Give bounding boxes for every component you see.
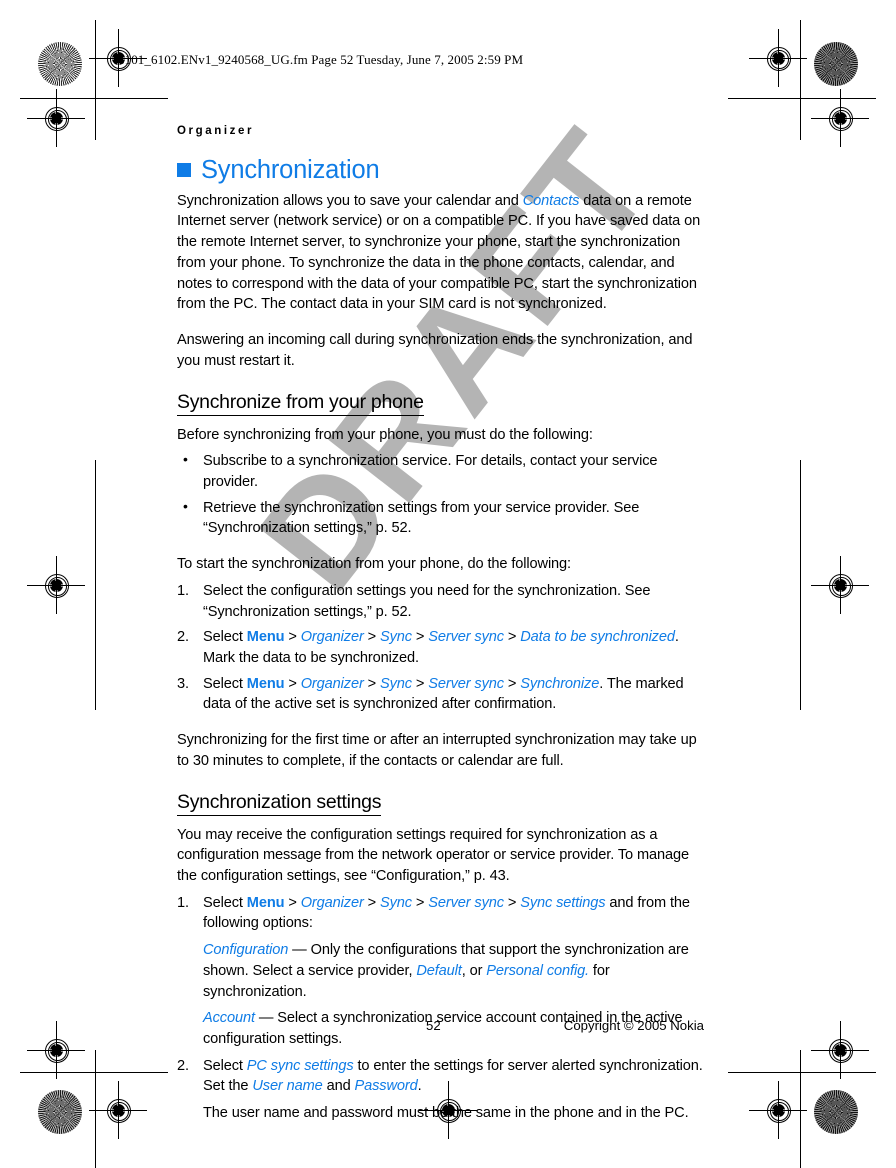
section-phone-lead: Before synchronizing from your phone, yo… [177,426,593,443]
page-number: 52 [426,1018,441,1033]
trim-line-right [800,20,801,140]
definition-configuration: Configuration — Only the configurations … [203,940,704,1002]
definition-text-b: , or [461,962,487,979]
menu-keyword: Menu [246,675,285,692]
page-content: Organizer Synchronization Synchronizatio… [177,0,704,1124]
trim-line-left [95,20,96,140]
step-number: 3. [177,675,189,692]
section-heading-synchronize-from-your-phone: Synchronize from your phone [177,391,424,416]
menu-path-item: Server sync [428,894,504,911]
step-suffix: . [417,1078,422,1095]
option-default: Default [416,962,462,979]
section-settings-lead: You may receive the configuration settin… [177,826,689,885]
option-pc-sync-settings: PC sync settings [246,1057,354,1074]
step-prefix: Select [203,675,247,692]
intro-paragraph-1: Synchronization allows you to save your … [177,191,704,315]
page-title: Synchronization [177,157,704,184]
menu-path-item: Organizer [300,675,364,692]
path-separator: > [367,629,377,646]
page-title-text: Synchronization [201,156,380,184]
section-phone-lead-2: To start the synchronization from your p… [177,556,571,573]
phone-steps-list: 1. Select the configuration settings you … [177,581,704,715]
intro-p1-part-a: Synchronization allows you to save your … [177,192,523,209]
option-personal-config: Personal config. [486,962,589,979]
list-item: 1. Select the configuration settings you … [177,581,704,622]
step-prefix: Select [203,1057,247,1074]
trim-line-top-left-h [20,98,168,99]
trim-line-bottom-right-h [728,1072,876,1073]
trim-line-top-right-h [728,98,876,99]
menu-keyword: Menu [246,629,285,646]
step-number: 2. [177,629,189,646]
trim-line-bottom-left-h [20,1072,168,1073]
menu-path-item: Server sync [428,675,504,692]
path-separator: > [288,675,297,692]
menu-path-item: Sync [379,675,412,692]
running-head: Organizer [177,125,255,137]
menu-keyword: Menu [246,894,285,911]
menu-path-item: Data to be synchronized [520,629,675,646]
term-contacts: Contacts [522,192,580,209]
step-number: 2. [177,1057,189,1074]
option-term-configuration: Configuration [203,942,289,959]
list-item: 1. Select Menu > Organizer > Sync > Serve… [177,893,704,934]
definition-dash: — [254,1010,278,1027]
step-number: 1. [177,894,189,911]
section-heading-synchronization-settings: Synchronization settings [177,791,381,816]
step-prefix: Select [203,894,247,911]
settings-steps-list: 1. Select Menu > Organizer > Sync > Serve… [177,893,704,934]
menu-path-item: Organizer [300,894,364,911]
list-item: Subscribe to a synchronization service. … [177,450,704,492]
menu-path-item: Server sync [428,629,504,646]
prerequisites-list: Subscribe to a synchronization service. … [177,450,704,539]
definition-dash: — [288,942,311,959]
density-patch-bottom-left [38,1090,82,1134]
density-patch-bottom-right [814,1090,858,1134]
copyright-notice: Copyright © 2005 Nokia [563,1018,704,1033]
menu-path-item: Sync [379,629,412,646]
list-item: Retrieve the synchronization settings fr… [177,497,704,539]
list-item: 2. Select PC sync settings to enter the s… [177,1056,704,1097]
path-separator: > [288,629,297,646]
menu-path-item: Sync [379,894,412,911]
menu-path-item: Sync settings [520,894,606,911]
settings-steps-list-2: 2. Select PC sync settings to enter the s… [177,1056,704,1097]
option-user-name: User name [252,1078,323,1095]
trim-line-mid-left [95,460,96,710]
step-prefix: Select [203,629,247,646]
density-patch-top-right [814,42,858,86]
intro-p1-part-b: data on a remote Internet server (networ… [177,192,701,313]
path-separator: > [288,894,297,911]
step-and: and [322,1078,355,1095]
step-number: 1. [177,582,189,599]
menu-path-item: Organizer [300,629,364,646]
option-term-account: Account [203,1010,255,1027]
settings-note: The user name and password must be the s… [203,1105,689,1122]
list-item: 2. Select Menu > Organizer > Sync > Serve… [177,627,704,668]
trim-line-mid-right [800,460,801,710]
intro-paragraph-2: Answering an incoming call during synchr… [177,332,693,369]
step-text: Select the configuration settings you ne… [203,582,651,620]
trim-line-left-bottom [95,1050,96,1168]
section-phone-closing: Synchronizing for the first time or afte… [177,732,697,769]
path-separator: > [367,894,377,911]
trim-line-right-bottom [800,1050,801,1168]
menu-path-item: Synchronize [520,675,600,692]
density-patch-top-left [38,42,82,86]
option-password: Password [354,1078,418,1095]
list-item: 3. Select Menu > Organizer > Sync > Serve… [177,674,704,715]
square-bullet-icon [177,163,191,178]
path-separator: > [367,675,377,692]
